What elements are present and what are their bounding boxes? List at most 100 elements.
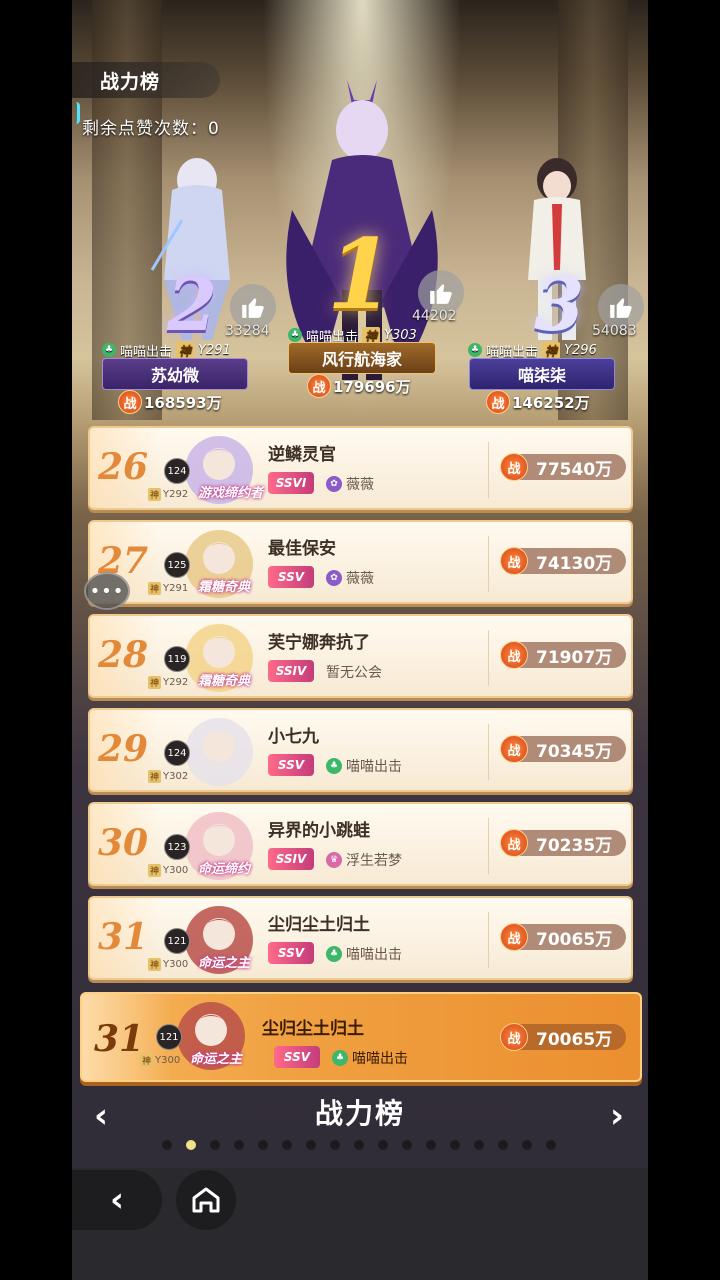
power-value: 70065万: [536, 929, 613, 950]
vip-badge: SSV: [268, 566, 314, 588]
page-dot[interactable]: [282, 1140, 292, 1150]
rank-2-number: 2: [167, 262, 218, 347]
power-value: 71907万: [536, 647, 613, 668]
player-guild: ♣ 喵喵出击: [326, 756, 402, 776]
guild-name: 薇薇: [346, 571, 374, 587]
rank-2-name[interactable]: 苏幼微: [102, 358, 248, 390]
page-dot[interactable]: [378, 1140, 388, 1150]
home-button[interactable]: [176, 1170, 236, 1230]
guild-name: 喵喵出击: [346, 759, 402, 775]
god-tag: 神: [148, 770, 162, 783]
god-rank: 神 Y291: [148, 582, 188, 595]
god-value: Y292: [163, 489, 189, 500]
page-dot[interactable]: [402, 1140, 412, 1150]
rank-row[interactable]: 31 121 神 Y300 命运之主 尘归尘土归土 SSV ♣ 喵喵出击 战 7…: [88, 896, 633, 980]
player-power: 战 74130万: [500, 547, 626, 575]
god-value: Y302: [163, 771, 189, 782]
player-level: 119: [164, 646, 190, 672]
rank-row[interactable]: 29 124 神 Y302 小七九 SSV ♣ 喵喵出击 战 70345万: [88, 708, 633, 792]
page-title: 战力榜: [100, 70, 161, 93]
player-avatar[interactable]: [180, 714, 258, 790]
rank-3-number: 3: [534, 262, 585, 347]
page-dot[interactable]: [306, 1140, 316, 1150]
rank-3-god-value: Y296: [564, 342, 597, 358]
player-guild: ✿ 薇薇: [326, 568, 374, 588]
rank-row[interactable]: 27 125 神 Y291 霜糖奇典 最佳保安 SSV ✿ 薇薇 战 74130…: [88, 520, 633, 604]
player-name: 芙宁娜奔抗了: [268, 633, 370, 653]
battle-power-icon: 战: [500, 829, 528, 857]
battle-power-icon: 战: [118, 390, 142, 414]
rank-1-name[interactable]: 风行航海家: [288, 342, 436, 374]
rank-3-power-value: 146252万: [512, 393, 590, 412]
rank-row[interactable]: 28 119 神 Y292 霜糖奇典 芙宁娜奔抗了 SSIV 暂无公会 战 71…: [88, 614, 633, 698]
player-power: 战 70065万: [500, 923, 626, 951]
leaf-icon: ♣: [326, 758, 342, 774]
leaf-icon: ♣: [326, 946, 342, 962]
page-dot[interactable]: [210, 1140, 220, 1150]
page-dot[interactable]: [234, 1140, 244, 1150]
rank-3-guild: 喵喵出击: [486, 344, 539, 360]
next-board-button[interactable]: ›: [602, 1096, 632, 1136]
guild-name: 喵喵出击: [352, 1051, 408, 1067]
page-dot[interactable]: [162, 1140, 172, 1150]
vip-badge: SSIV: [268, 848, 314, 870]
vip-badge: SSIV: [268, 660, 314, 682]
god-value: Y300: [163, 959, 189, 970]
page-dot[interactable]: [186, 1140, 196, 1150]
power-value: 70235万: [536, 835, 613, 856]
rank-row[interactable]: 30 123 神 Y300 命运缔约 异界的小跳蛙 SSIV ♛ 浮生若梦 战 …: [88, 802, 633, 886]
rank-3-name[interactable]: 喵柒柒: [469, 358, 615, 390]
god-tag: 神: [148, 582, 162, 595]
battle-power-icon: 战: [500, 453, 528, 481]
rank-row[interactable]: 26 124 神 Y292 游戏缔约者 逆鳞灵官 SSVI ✿ 薇薇 战 775…: [88, 426, 633, 510]
page-dot[interactable]: [450, 1140, 460, 1150]
rank-3-power: 战 146252万: [486, 390, 590, 414]
vip-badge: SSV: [268, 754, 314, 776]
flower-icon: ✿: [326, 570, 342, 586]
title-badge: 命运之主: [190, 1052, 243, 1067]
player-name: 尘归尘土归土: [268, 915, 370, 935]
power-value: 70065万: [536, 1029, 613, 1050]
self-rank-row[interactable]: 31 121 神 Y300 命运之主 尘归尘土归土 SSV ♣ 喵喵出击 战 7…: [80, 992, 642, 1082]
page-dot[interactable]: [522, 1140, 532, 1150]
title-badge: 命运之主: [198, 956, 251, 971]
row-divider: [488, 724, 489, 780]
chat-button[interactable]: •••: [84, 572, 130, 610]
page-dot[interactable]: [258, 1140, 268, 1150]
row-divider: [488, 912, 489, 968]
player-name: 异界的小跳蛙: [268, 821, 370, 841]
rank-3-guild-line: ♣ 喵喵出击 神 Y296: [468, 340, 597, 360]
battle-power-icon: 战: [500, 1023, 528, 1051]
page-dot[interactable]: [498, 1140, 508, 1150]
rank-2-power-value: 168593万: [144, 393, 222, 412]
page-indicator: [162, 1140, 556, 1150]
rank-number: 31: [94, 1018, 145, 1060]
player-level: 125: [164, 552, 190, 578]
leaf-icon: ♣: [332, 1050, 348, 1066]
page-dot[interactable]: [474, 1140, 484, 1150]
title-badge: 命运缔约: [198, 862, 251, 877]
page-dot[interactable]: [330, 1140, 340, 1150]
vip-badge: SSV: [268, 942, 314, 964]
page-dot[interactable]: [546, 1140, 556, 1150]
back-button[interactable]: ‹: [72, 1170, 162, 1230]
god-rank: 神 Y302: [148, 770, 188, 783]
crown-icon: ♛: [326, 852, 342, 868]
row-divider: [488, 442, 489, 498]
rank-number: 28: [98, 634, 149, 676]
row-divider: [488, 630, 489, 686]
home-icon: [192, 1187, 220, 1213]
flower-icon: ✿: [326, 476, 342, 492]
page-dot[interactable]: [426, 1140, 436, 1150]
vip-badge: SSVI: [268, 472, 314, 494]
rank-2-power: 战 168593万: [118, 390, 222, 414]
battle-power-icon: 战: [500, 923, 528, 951]
leaf-icon: ♣: [288, 328, 302, 342]
rank-number: 26: [98, 446, 149, 488]
page-dot[interactable]: [354, 1140, 364, 1150]
battle-power-icon: 战: [500, 547, 528, 575]
thumbs-up-icon: [430, 284, 452, 304]
god-value: Y292: [163, 677, 189, 688]
player-level: 123: [164, 834, 190, 860]
rank-2-god-value: Y291: [198, 342, 231, 358]
